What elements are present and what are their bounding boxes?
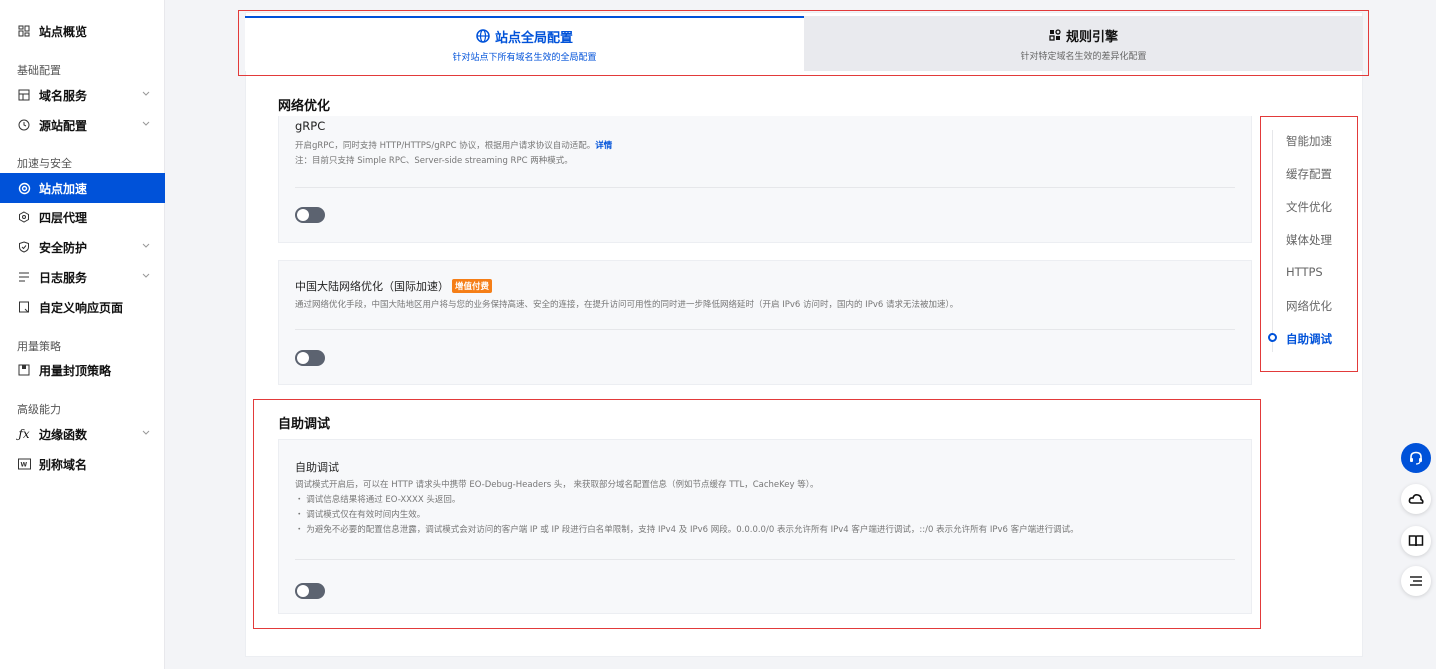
sidebar-item-overview[interactable]: 站点概览 (0, 16, 165, 46)
grpc-note: 注：目前只支持 Simple RPC、Server-side streaming… (295, 156, 573, 166)
grpc-details-link[interactable]: 详情 (595, 141, 612, 151)
cloud-button[interactable] (1401, 484, 1431, 514)
group-label-usage: 用量策略 (17, 340, 61, 353)
book-icon (1408, 534, 1424, 548)
mainland-panel: 中国大陆网络优化（国际加速） 增值付费 通过网络优化手段，中国大陆地区用户将与您… (278, 260, 1252, 385)
alias-icon: W (17, 457, 31, 471)
menu-button[interactable] (1401, 566, 1431, 596)
sidebar-item-label: 源站配置 (39, 118, 88, 133)
paid-badge: 增值付费 (452, 279, 493, 293)
divider (295, 187, 1235, 188)
anchor-media[interactable]: 媒体处理 (1286, 232, 1332, 248)
sidebar-item-site-accel[interactable]: 站点加速 (0, 173, 165, 203)
sidebar-item-domain[interactable]: 域名服务 (0, 80, 165, 110)
tab-global-config[interactable]: 站点全局配置 针对站点下所有域名生效的全局配置 (245, 16, 804, 71)
divider (295, 329, 1235, 330)
sidebar-item-label: 别称域名 (39, 457, 88, 472)
section-title-network: 网络优化 (278, 99, 331, 114)
sidebar-item-label: 站点加速 (39, 181, 88, 196)
group-label-basic: 基础配置 (17, 64, 61, 77)
sidebar-item-label: 边缘函数 (39, 427, 88, 442)
page-icon (17, 300, 31, 314)
debug-line: ・ 调试模式仅在有效时间内生效。 (295, 510, 426, 520)
sidebar-item-security[interactable]: 安全防护 (0, 232, 165, 262)
globe-icon (476, 29, 490, 43)
anchor-smart-accel[interactable]: 智能加速 (1286, 133, 1332, 149)
debug-line: ・ 调试信息结果将通过 EO-XXXX 头返回。 (295, 495, 461, 505)
menu-icon (1409, 575, 1423, 587)
tab-title: 规则引擎 (1065, 29, 1118, 45)
grpc-desc: 开启gRPC，同时支持 HTTP/HTTPS/gRPC 协议，根据用户请求协议自… (295, 139, 612, 169)
divider (295, 559, 1235, 560)
sidebar-item-label: 自定义响应页面 (39, 300, 124, 315)
sidebar-item-alias-domain[interactable]: W 别称域名 (0, 449, 165, 479)
headset-icon (1408, 450, 1424, 466)
sidebar-item-label: 四层代理 (39, 210, 88, 225)
anchor-active-dot (1268, 333, 1277, 342)
config-tabs: 站点全局配置 针对站点下所有域名生效的全局配置 规则引擎 针对特定域名生效的差异… (245, 16, 1363, 71)
debug-panel: 自助调试 调试模式开启后，可以在 HTTP 请求头中携带 EO-Debug-He… (278, 439, 1252, 614)
docs-button[interactable] (1401, 526, 1431, 556)
chevron-down-icon (141, 118, 151, 128)
grpc-toggle[interactable] (295, 207, 325, 223)
section-title-debug: 自助调试 (278, 417, 331, 432)
grpc-desc-text: 开启gRPC，同时支持 HTTP/HTTPS/gRPC 协议，根据用户请求协议自… (295, 141, 596, 151)
cloud-icon (1408, 492, 1424, 506)
support-button[interactable] (1401, 443, 1431, 473)
anchor-https[interactable]: HTTPS (1286, 265, 1323, 279)
rules-icon (1049, 29, 1061, 41)
debug-title: 自助调试 (295, 461, 339, 474)
chevron-down-icon (141, 88, 151, 98)
anchor-cache[interactable]: 缓存配置 (1286, 166, 1332, 182)
tab-title: 站点全局配置 (494, 30, 573, 46)
anchor-network[interactable]: 网络优化 (1286, 298, 1332, 314)
sidebar-item-log[interactable]: 日志服务 (0, 262, 165, 292)
sidebar-item-label: 日志服务 (39, 270, 88, 285)
sidebar-item-usage-cap[interactable]: 用量封顶策略 (0, 355, 165, 385)
grpc-panel: gRPC 开启gRPC，同时支持 HTTP/HTTPS/gRPC 协议，根据用户… (278, 116, 1252, 243)
mainland-desc: 通过网络优化手段，中国大陆地区用户将与您的业务保持高速、安全的连接，在提升访问可… (295, 300, 959, 310)
debug-desc: 调试模式开启后，可以在 HTTP 请求头中携带 EO-Debug-Headers… (295, 478, 1079, 538)
sidebar-item-label: 域名服务 (39, 88, 88, 103)
list-icon (17, 270, 31, 284)
sidebar-item-edge-function[interactable]: ƒx 边缘函数 (0, 419, 165, 449)
sidebar: 站点概览 基础配置 域名服务 源站配置 加速与安全 站点加速 四层代理 安全防护 (0, 0, 165, 669)
group-label-advanced: 高级能力 (17, 403, 61, 416)
mainland-title: 中国大陆网络优化（国际加速） 增值付费 (295, 278, 493, 294)
sidebar-item-label: 站点概览 (39, 24, 88, 39)
sidebar-item-label: 安全防护 (39, 240, 88, 255)
tab-subtitle: 针对特定域名生效的差异化配置 (1020, 51, 1147, 62)
sidebar-item-origin[interactable]: 源站配置 (0, 110, 165, 140)
mainland-toggle[interactable] (295, 350, 325, 366)
fx-icon: ƒx (18, 427, 30, 441)
sidebar-item-custom-page[interactable]: 自定义响应页面 (0, 292, 165, 322)
debug-toggle[interactable] (295, 583, 325, 599)
shield-icon (17, 240, 31, 254)
anchor-file-opt[interactable]: 文件优化 (1286, 199, 1332, 215)
debug-line: ・ 为避免不必要的配置信息泄露，调试模式会对访问的客户端 IP 或 IP 段进行… (295, 525, 1079, 535)
chevron-down-icon (141, 270, 151, 280)
tab-subtitle: 针对站点下所有域名生效的全局配置 (452, 52, 597, 63)
grid-icon (17, 24, 31, 38)
anchor-track (1272, 130, 1273, 352)
gear-icon (17, 181, 31, 195)
sidebar-item-l4-proxy[interactable]: 四层代理 (0, 202, 165, 232)
debug-line: 调试模式开启后，可以在 HTTP 请求头中携带 EO-Debug-Headers… (295, 480, 819, 490)
chevron-down-icon (141, 427, 151, 437)
chevron-down-icon (141, 240, 151, 250)
tab-rule-engine[interactable]: 规则引擎 针对特定域名生效的差异化配置 (804, 16, 1363, 71)
hexagon-icon (17, 210, 31, 224)
group-label-accel: 加速与安全 (17, 157, 72, 170)
anchor-debug[interactable]: 自助调试 (1286, 331, 1332, 347)
origin-icon (17, 118, 31, 132)
svg-text:W: W (20, 462, 27, 469)
mainland-title-text: 中国大陆网络优化（国际加速） (295, 280, 449, 293)
domain-icon (17, 88, 31, 102)
cap-icon (17, 363, 31, 377)
sidebar-item-label: 用量封顶策略 (39, 363, 112, 378)
grpc-title: gRPC (295, 119, 326, 133)
